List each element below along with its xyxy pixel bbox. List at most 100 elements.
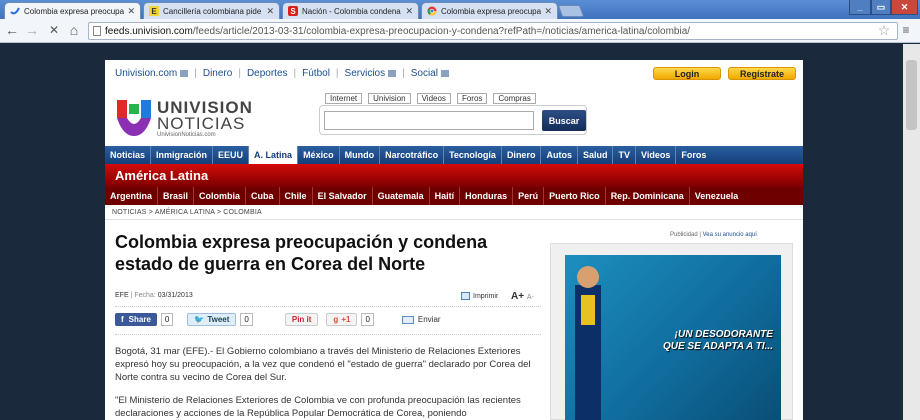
tab-1[interactable]: E Cancillería colombiana pide c ✕ — [143, 2, 280, 19]
scrollbar-thumb[interactable] — [906, 60, 917, 130]
search-tab-internet[interactable]: Internet — [325, 93, 363, 104]
ad-label-text: Publicidad | — [670, 232, 701, 238]
nav-noticias[interactable]: Noticias — [105, 146, 152, 164]
search-input[interactable] — [324, 111, 534, 130]
browser-toolbar: ← → ✕ ⌂ feeds.univision.com/feeds/articl… — [0, 19, 920, 43]
nav-foros[interactable]: Foros — [676, 146, 711, 164]
country-rep-dominicana[interactable]: Rep. Dominicana — [606, 187, 690, 205]
search-tab-foros[interactable]: Foros — [456, 93, 488, 104]
article-paragraph: "El Ministerio de Relaciones Exteriores … — [115, 395, 521, 419]
print-link[interactable]: Imprimir — [461, 292, 498, 300]
nav-narcotrafico[interactable]: Narcotráfico — [380, 146, 445, 164]
font-decrease-button[interactable]: A- — [527, 294, 534, 301]
advertisement[interactable]: ¡UN DESODORANTE QUE SE ADAPTA A TI... — [550, 243, 793, 420]
search-tab-videos[interactable]: Videos — [416, 93, 451, 104]
gplus-button[interactable]: g +1 — [326, 313, 358, 326]
social-link[interactable]: Social — [411, 68, 438, 79]
print-label: Imprimir — [473, 292, 499, 300]
home-icon[interactable]: ⌂ — [66, 22, 82, 38]
nav-dinero[interactable]: Dinero — [502, 146, 542, 164]
search-type-tabs: Internet Univision Videos Foros Compras — [325, 93, 536, 104]
nav-inmigracion[interactable]: Inmigración — [151, 146, 214, 164]
forward-arrow-icon[interactable]: → — [24, 22, 40, 38]
bookmark-star-icon[interactable]: ☆ — [876, 22, 892, 38]
ad-image[interactable]: ¡UN DESODORANTE QUE SE ADAPTA A TI... — [565, 255, 781, 420]
country-chile[interactable]: Chile — [280, 187, 313, 205]
deportes-link[interactable]: Deportes — [247, 68, 288, 79]
twitter-tweet-button[interactable]: 🐦 Tweet — [187, 313, 237, 326]
chevron-down-icon[interactable] — [180, 69, 189, 77]
article-body: Bogotá, 31 mar (EFE).- El Gobierno colom… — [115, 345, 543, 420]
back-arrow-icon[interactable]: ← — [4, 22, 20, 38]
nav-eeuu[interactable]: EEUU — [213, 146, 250, 164]
pinterest-pin-button[interactable]: Pin it — [284, 313, 319, 326]
new-tab-button[interactable] — [557, 5, 585, 17]
ad-link[interactable]: Vea su anuncio aquí — [703, 232, 757, 238]
nav-mexico[interactable]: México — [298, 146, 340, 164]
login-button[interactable]: Login — [653, 67, 721, 80]
tab-0[interactable]: Colombia expresa preocupa ✕ — [4, 2, 141, 19]
font-size-controls: A+ A- — [511, 291, 534, 302]
tab-3[interactable]: Colombia expresa preocupa ✕ — [421, 2, 558, 19]
close-tab-icon[interactable]: ✕ — [405, 6, 413, 17]
nav-mundo[interactable]: Mundo — [340, 146, 381, 164]
font-increase-button[interactable]: A+ — [511, 291, 524, 302]
country-haiti[interactable]: Haití — [430, 187, 461, 205]
country-colombia[interactable]: Colombia — [194, 187, 247, 205]
article-paragraph: Bogotá, 31 mar (EFE).- El Gobierno colom… — [115, 346, 531, 383]
country-cuba[interactable]: Cuba — [246, 187, 280, 205]
divider — [105, 219, 803, 220]
country-brasil[interactable]: Brasil — [158, 187, 195, 205]
minimize-icon[interactable]: _ — [849, 0, 871, 15]
menu-icon[interactable]: ≡ — [898, 22, 914, 38]
ad-text-line1: ¡UN DESODORANTE — [674, 329, 773, 340]
email-share-link[interactable]: Enviar — [401, 315, 441, 324]
nav-tecnologia[interactable]: Tecnología — [444, 146, 502, 164]
servicios-link[interactable]: Servicios — [345, 68, 386, 79]
facebook-icon: f — [121, 315, 124, 324]
country-peru[interactable]: Perú — [513, 187, 545, 205]
gplus-count: 0 — [361, 313, 374, 326]
country-honduras[interactable]: Honduras — [460, 187, 514, 205]
search-button[interactable]: Buscar — [542, 110, 586, 131]
univision-noticias-logo[interactable]: UNIVISION NOTICIAS UnivisionNoticias.com — [115, 98, 255, 140]
country-argentina[interactable]: Argentina — [105, 187, 159, 205]
nav-autos[interactable]: Autos — [541, 146, 578, 164]
eltiempo-icon: E — [149, 6, 159, 16]
country-venezuela[interactable]: Venezuela — [690, 187, 744, 205]
country-puerto-rico[interactable]: Puerto Rico — [544, 187, 606, 205]
nav-salud[interactable]: Salud — [578, 146, 614, 164]
chevron-down-icon[interactable] — [440, 69, 449, 77]
nav-videos[interactable]: Videos — [636, 146, 677, 164]
ad-text: ¡UN DESODORANTE QUE SE ADAPTA A TI... — [663, 329, 773, 353]
univision-link[interactable]: Univision.com — [115, 68, 177, 79]
article-headline: Colombia expresa preocupación y condena … — [115, 232, 488, 274]
nav-america-latina[interactable]: A. Latina — [249, 146, 299, 164]
logo-line2: NOTICIAS — [157, 114, 246, 133]
search-tab-compras[interactable]: Compras — [493, 93, 536, 104]
country-el-salvador[interactable]: El Salvador — [313, 187, 373, 205]
close-tab-icon[interactable]: ✕ — [127, 6, 135, 17]
close-window-icon[interactable]: ✕ — [891, 0, 918, 15]
breadcrumb[interactable]: NOTICIAS > AMÉRICA LATINA > COLOMBIA — [112, 209, 262, 216]
logo-line3: UnivisionNoticias.com — [157, 132, 216, 138]
ad-figure-icon — [575, 266, 601, 420]
address-bar[interactable]: feeds.univision.com/feeds/article/2013-0… — [88, 22, 898, 40]
futbol-link[interactable]: Fútbol — [302, 68, 330, 79]
chevron-down-icon[interactable] — [388, 69, 397, 77]
email-share-label: Enviar — [417, 315, 441, 324]
close-tab-icon[interactable]: ✕ — [266, 6, 274, 17]
nav-tv[interactable]: TV — [613, 146, 636, 164]
dinero-link[interactable]: Dinero — [203, 68, 232, 79]
register-button[interactable]: Regístrate — [728, 67, 796, 80]
facebook-share-button[interactable]: f Share — [115, 313, 157, 326]
close-tab-icon[interactable]: ✕ — [544, 6, 552, 17]
search-tab-univision[interactable]: Univision — [368, 93, 411, 104]
gplus-label: +1 — [341, 315, 351, 324]
facebook-share-label: Share — [128, 315, 151, 324]
divider — [115, 306, 541, 307]
stop-icon[interactable]: ✕ — [46, 22, 62, 38]
tab-2[interactable]: S Nación - Colombia condena ✕ — [282, 2, 419, 19]
country-guatemala[interactable]: Guatemala — [373, 187, 430, 205]
maximize-icon[interactable]: ▭ — [871, 0, 891, 15]
